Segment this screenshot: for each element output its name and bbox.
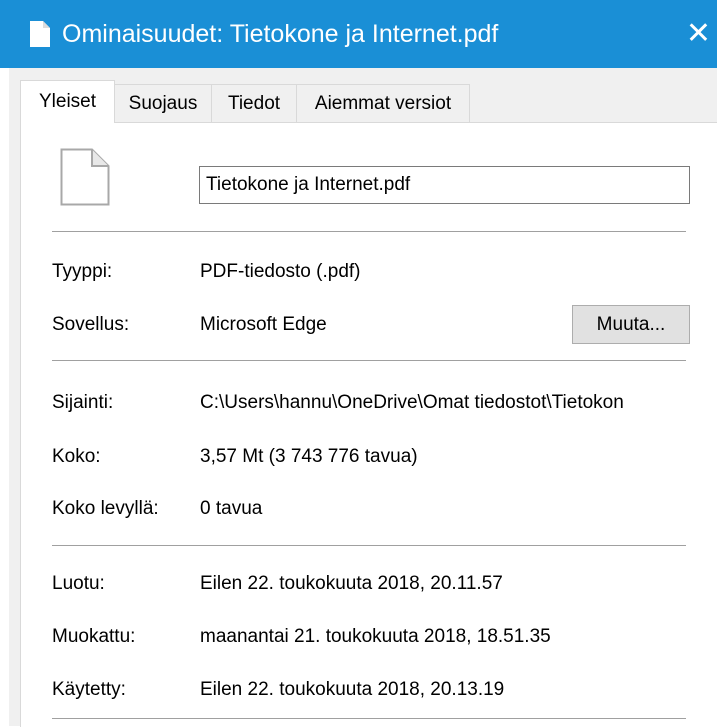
location-label: Sijainti: [52, 392, 114, 413]
tab-label: Suojaus [128, 93, 198, 114]
disk-size-label: Koko levyllä: [52, 498, 159, 519]
divider [52, 231, 686, 232]
tab-label: Yleiset [38, 91, 97, 112]
file-name-input[interactable] [199, 166, 690, 204]
accessed-label: Käytetty: [52, 679, 126, 700]
app-value: Microsoft Edge [200, 314, 327, 335]
document-icon [60, 148, 110, 206]
size-label: Koko: [52, 446, 101, 467]
divider [52, 718, 686, 719]
tab-aiemmat-versiot[interactable]: Aiemmat versiot [296, 84, 470, 122]
tab-label: Tiedot [227, 93, 281, 114]
disk-size-value: 0 tavua [200, 498, 263, 519]
modified-value: maanantai 21. toukokuuta 2018, 18.51.35 [200, 626, 551, 647]
change-app-button[interactable]: Muuta... [572, 305, 690, 344]
window-title: Ominaisuudet: Tietokone ja Internet.pdf [62, 20, 499, 48]
accessed-value: Eilen 22. toukokuuta 2018, 20.13.19 [200, 679, 505, 700]
close-button[interactable]: ✕ [680, 14, 717, 54]
location-value[interactable]: C:\Users\hannu\OneDrive\Omat tiedostot\T… [200, 392, 624, 414]
modified-label: Muokattu: [52, 626, 136, 647]
size-value: 3,57 Mt (3 743 776 tavua) [200, 446, 418, 467]
tab-suojaus[interactable]: Suojaus [114, 84, 212, 122]
tab-label: Aiemmat versiot [314, 93, 452, 114]
created-label: Luotu: [52, 573, 105, 594]
app-label: Sovellus: [52, 314, 130, 335]
type-label: Tyyppi: [52, 261, 113, 282]
window-left-edge [0, 68, 9, 726]
divider [52, 360, 686, 361]
tab-yleiset[interactable]: Yleiset [20, 80, 115, 123]
divider [52, 545, 686, 546]
tab-tiedot[interactable]: Tiedot [211, 84, 297, 122]
window-document-icon [29, 20, 51, 48]
type-value: PDF-tiedosto (.pdf) [200, 261, 361, 282]
close-icon: ✕ [685, 17, 712, 50]
created-value: Eilen 22. toukokuuta 2018, 20.11.57 [200, 573, 503, 594]
